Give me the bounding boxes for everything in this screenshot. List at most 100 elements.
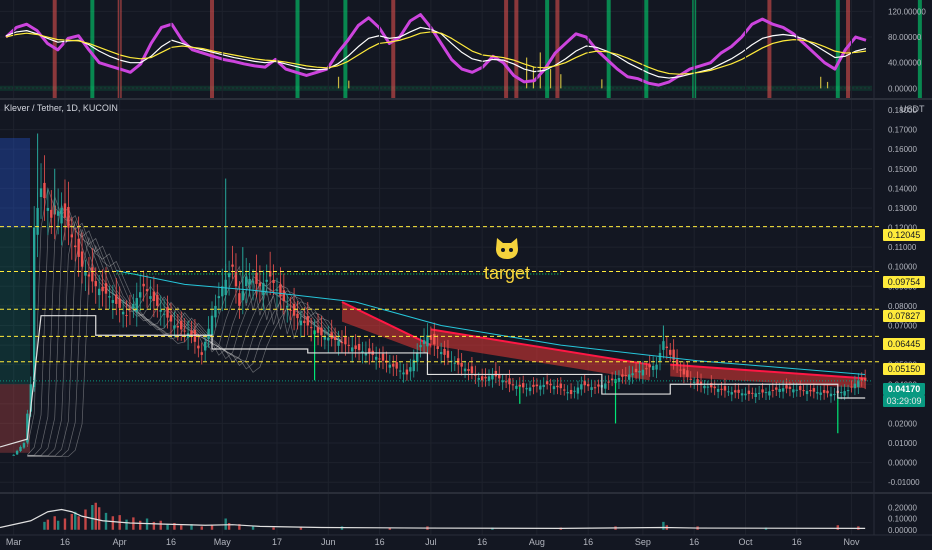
volume-bar (46, 519, 50, 530)
chart-canvas[interactable]: 120.0000080.0000040.000000.000000.180000… (0, 0, 932, 550)
candle-body (426, 335, 429, 347)
volume-tick-label: 0.20000 (888, 503, 917, 512)
candle-body (118, 298, 121, 308)
candle-body (494, 370, 498, 377)
candle-body (97, 288, 101, 296)
candle-body (829, 393, 833, 397)
candle-body (330, 332, 333, 339)
price-tick-label: 0.02000 (888, 419, 917, 428)
candle-body (46, 207, 50, 211)
volume-bar (70, 514, 74, 530)
time-tick-label: May (214, 537, 232, 547)
candle-body (788, 386, 792, 389)
candle-body (327, 337, 330, 341)
candle-body (515, 385, 518, 389)
candle-body (351, 347, 354, 352)
candle-body (730, 392, 733, 395)
candle-body (771, 389, 775, 391)
candle-body (525, 388, 528, 390)
candle-body (125, 315, 128, 317)
candle-body (757, 392, 761, 394)
signal-band-red (391, 0, 396, 99)
time-tick-label: Jun (321, 537, 336, 547)
time-tick-label: Sep (635, 537, 651, 547)
signal-band-red (504, 0, 509, 99)
time-tick-label: Nov (843, 537, 860, 547)
candle-body (556, 385, 559, 388)
candle-body (723, 386, 727, 391)
candle-body (152, 291, 156, 301)
candle-body (156, 294, 159, 306)
candle-body (720, 388, 723, 390)
price-tick-label: 0.16000 (888, 145, 917, 154)
candle-body (522, 383, 525, 388)
position-target-zone (0, 138, 30, 228)
candle-body (590, 387, 593, 390)
candle-body (491, 374, 494, 380)
candle-body (108, 296, 111, 298)
candle-body (169, 315, 173, 322)
candle-body (580, 384, 583, 390)
candle-body (744, 393, 747, 396)
candle-body (597, 384, 600, 387)
candle-body (443, 348, 446, 355)
price-tick-label: 0.10000 (888, 263, 917, 272)
candle-body (241, 291, 244, 301)
oscillator-tick-label: 80.00000 (888, 33, 922, 42)
candle-body (203, 341, 207, 351)
candle-body (621, 374, 624, 377)
volume-bar (210, 525, 214, 530)
candle-body (279, 284, 282, 297)
candle-body (227, 273, 231, 278)
candle-body (15, 450, 19, 455)
candle-body (217, 296, 221, 299)
candle-body (563, 389, 566, 391)
oscillator-tick-label: 0.00000 (888, 84, 917, 93)
candle-body (173, 325, 176, 329)
volume-bar (299, 527, 303, 530)
candle-body (460, 362, 463, 367)
volume-bar (43, 521, 46, 530)
signal-band-green (545, 0, 550, 99)
candle-body (39, 188, 43, 198)
time-tick-label: 17 (272, 537, 282, 547)
candle-body (200, 352, 203, 355)
level-label-2: 0.09754 (883, 276, 925, 288)
candle-body (860, 377, 863, 381)
candle-body (56, 211, 60, 216)
candle-body (539, 385, 542, 390)
candle-body (344, 336, 347, 345)
signal-band-green (606, 0, 611, 99)
candle-body (843, 391, 846, 396)
time-tick-label: 16 (477, 537, 487, 547)
candle-body (197, 345, 200, 349)
candle-body (545, 381, 549, 385)
candle-body (32, 227, 36, 387)
candle-body (439, 351, 443, 355)
price-tick-label: 0.17000 (888, 126, 917, 135)
candle-body (604, 383, 607, 389)
symbol-title[interactable]: Klever / Tether, 1D, KUCOIN (4, 103, 118, 113)
candle-body (740, 393, 744, 396)
candle-body (662, 341, 665, 350)
candle-body (761, 389, 764, 393)
price-tick-label: 0.07000 (888, 321, 917, 330)
candle-body (101, 286, 104, 292)
candle-body (812, 388, 816, 392)
candle-body (610, 378, 614, 381)
volume-tick-label: 0.10000 (888, 515, 917, 524)
candle-body (467, 369, 470, 371)
candle-body (504, 381, 508, 383)
target-text: target (483, 263, 531, 283)
oscillator-tick-label: 120.00000 (888, 7, 926, 16)
candle-body (624, 375, 627, 377)
candle-body (115, 294, 118, 304)
candle-body (63, 203, 67, 218)
candle-body (775, 387, 778, 390)
candle-body (686, 370, 689, 377)
candle-body (77, 238, 80, 257)
volume-bar (84, 509, 87, 530)
candle-body (480, 376, 484, 381)
volume-tick-label: 0.00000 (888, 526, 917, 535)
candle-body (689, 378, 692, 380)
